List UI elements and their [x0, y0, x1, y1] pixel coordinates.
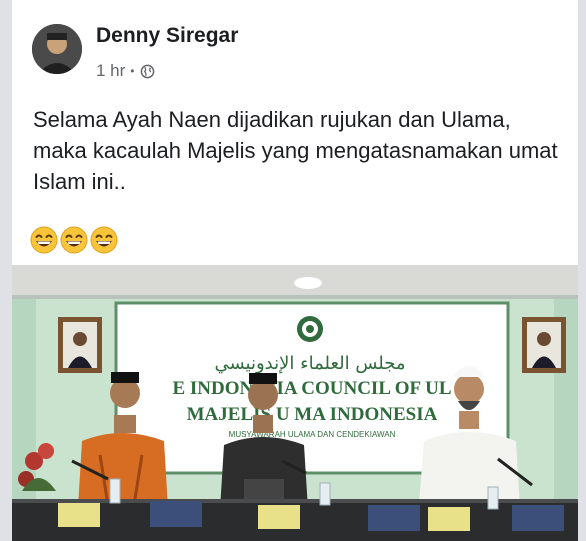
- emoji-row: [30, 226, 118, 254]
- post-meta: 1 hr •: [96, 61, 155, 81]
- banner-title-english: E INDONESIA COUNCIL OF UL: [172, 378, 451, 399]
- banner-title-indonesian: MAJELIS U MA INDONESIA: [187, 404, 438, 425]
- avatar-image: [32, 24, 82, 74]
- post-text: Selama Ayah Naen dijadikan rujukan dan U…: [33, 107, 558, 194]
- author-name[interactable]: Denny Siregar: [96, 24, 238, 48]
- grinning-face-icon: [90, 226, 118, 254]
- author-avatar[interactable]: [32, 24, 82, 74]
- post-timestamp[interactable]: 1 hr: [96, 61, 125, 81]
- facebook-post-card: Denny Siregar 1 hr • Selama Ayah Naen di…: [12, 0, 578, 541]
- meta-separator: •: [130, 64, 135, 78]
- post-photo[interactable]: مجلس العلماء الإندونيسي E INDONESIA COUN…: [12, 265, 578, 541]
- press-conference-photo: مجلس العلماء الإندونيسي E INDONESIA COUN…: [12, 265, 578, 541]
- grinning-face-icon: [60, 226, 88, 254]
- grinning-face-icon: [30, 226, 58, 254]
- banner-arabic-text: مجلس العلماء الإندونيسي: [214, 353, 405, 374]
- globe-icon[interactable]: [140, 64, 155, 79]
